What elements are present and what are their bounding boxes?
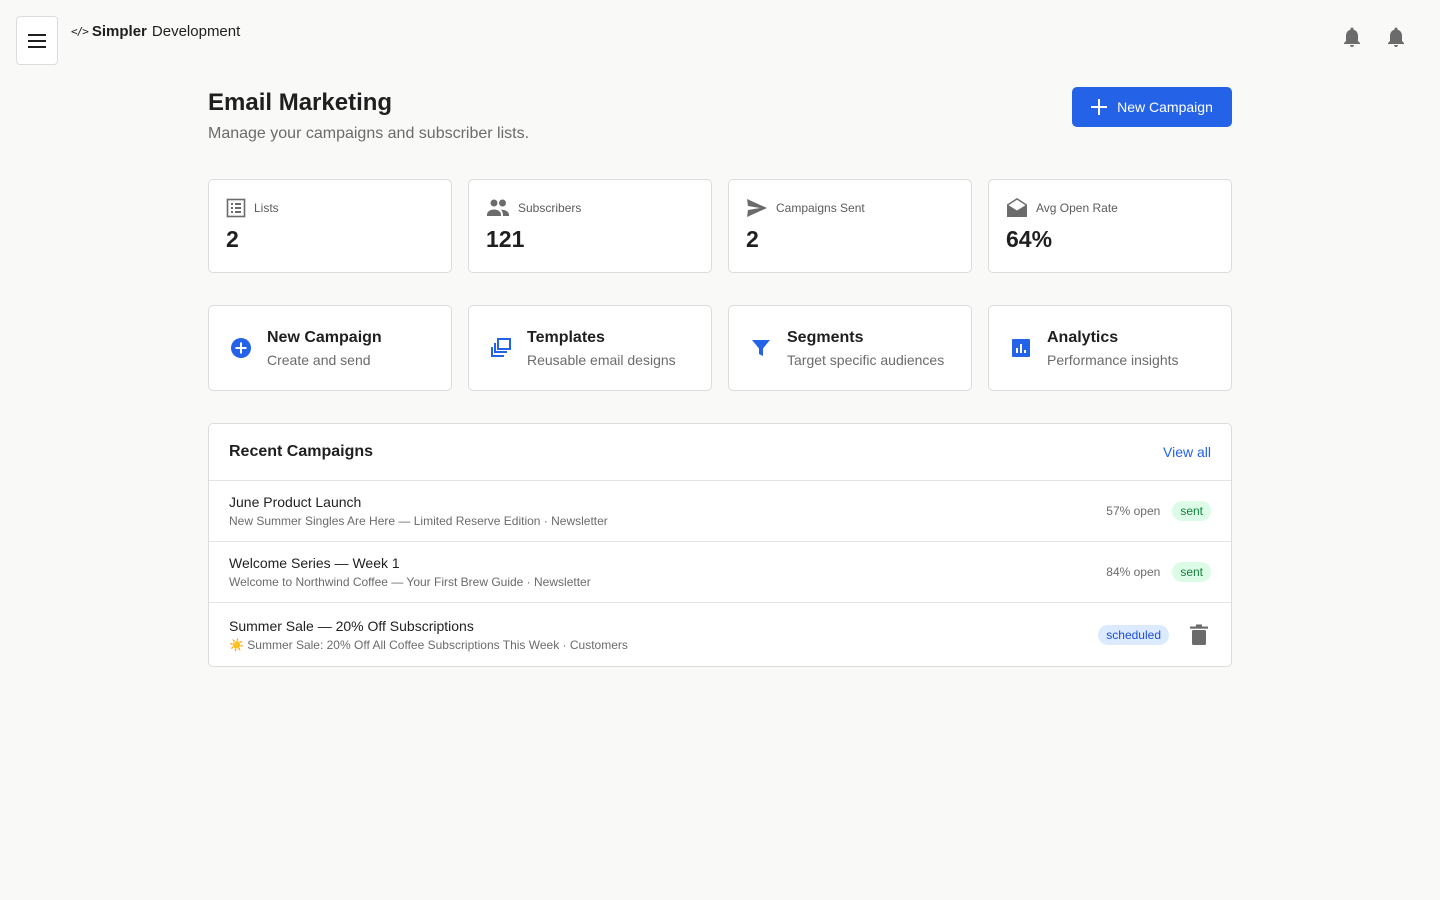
action-subtitle: Target specific audiences xyxy=(787,351,945,368)
stat-label: Avg Open Rate xyxy=(1036,201,1118,215)
stat-value: 121 xyxy=(486,226,525,252)
stat-card-avg-open-rate: Avg Open Rate 64% xyxy=(988,179,1232,273)
stat-card-campaigns-sent: Campaigns Sent 2 xyxy=(728,179,972,273)
campaign-meta: ☀️ Summer Sale: 20% Off All Coffee Subsc… xyxy=(229,637,628,652)
recent-campaigns-title: Recent Campaigns xyxy=(229,443,374,460)
campaign-meta: Welcome to Northwind Coffee — Your First… xyxy=(229,575,591,589)
campaign-row[interactable]: Welcome Series — Week 1 Welcome to North… xyxy=(209,542,1231,603)
top-bar: </> Simpler Development xyxy=(0,0,1440,80)
recent-campaigns-panel: Recent Campaigns View all June Product L… xyxy=(208,423,1232,667)
people-icon xyxy=(487,199,509,216)
brand-name-rest: Development xyxy=(151,23,241,40)
action-title: Analytics xyxy=(1047,328,1119,346)
campaign-row[interactable]: June Product Launch New Summer Singles A… xyxy=(209,481,1231,542)
action-subtitle: Performance insights xyxy=(1047,351,1179,368)
campaign-meta: New Summer Singles Are Here — Limited Re… xyxy=(229,514,608,528)
action-templates[interactable]: Templates Reusable email designs xyxy=(468,305,712,391)
analytics-icon xyxy=(1012,339,1030,357)
plus-icon xyxy=(1091,99,1108,115)
status-badge: sent xyxy=(1172,562,1211,582)
filter-icon xyxy=(752,340,770,356)
action-subtitle: Create and send xyxy=(267,351,371,368)
campaign-row[interactable]: Summer Sale — 20% Off Subscriptions ☀️ S… xyxy=(209,603,1231,666)
view-all-link[interactable]: View all xyxy=(1163,444,1211,460)
campaign-open-rate: 57% open xyxy=(1106,504,1161,518)
new-campaign-button[interactable]: New Campaign xyxy=(1072,87,1232,127)
status-badge: sent xyxy=(1172,501,1211,521)
menu-button[interactable] xyxy=(16,16,58,65)
action-title: Templates xyxy=(527,328,605,346)
alerts-bell-icon[interactable] xyxy=(1384,25,1408,49)
status-badge: scheduled xyxy=(1098,624,1169,645)
stat-label: Campaigns Sent xyxy=(776,201,865,215)
action-title: New Campaign xyxy=(267,328,382,346)
action-new-campaign[interactable]: New Campaign Create and send xyxy=(208,305,452,391)
stat-label: Lists xyxy=(254,201,279,215)
action-segments[interactable]: Segments Target specific audiences xyxy=(728,305,972,391)
brand-logo[interactable]: </> Simpler Development xyxy=(71,23,240,40)
campaign-name: Summer Sale — 20% Off Subscriptions xyxy=(229,617,474,634)
campaign-name: Welcome Series — Week 1 xyxy=(229,555,400,571)
notifications-bell-icon[interactable] xyxy=(1340,25,1364,49)
stat-value: 64% xyxy=(1006,226,1053,252)
open-envelope-icon xyxy=(1007,198,1027,217)
action-subtitle: Reusable email designs xyxy=(527,351,676,368)
list-icon xyxy=(226,198,246,218)
add-circle-icon xyxy=(231,338,251,358)
stat-card-lists: Lists 2 xyxy=(208,179,452,273)
action-title: Segments xyxy=(787,328,864,346)
brand-name-bold: Simpler xyxy=(91,23,147,40)
action-analytics[interactable]: Analytics Performance insights xyxy=(988,305,1232,391)
quick-actions-row: New Campaign Create and send Templates R… xyxy=(208,305,1232,391)
stats-row: Lists 2 Subscribers 121 Campaigns Sent 2… xyxy=(208,179,1232,273)
stat-value: 2 xyxy=(226,226,239,252)
page-subtitle: Manage your campaigns and subscriber lis… xyxy=(208,125,530,142)
stat-value: 2 xyxy=(746,226,759,252)
stat-label: Subscribers xyxy=(518,201,582,215)
stat-card-subscribers: Subscribers 121 xyxy=(468,179,712,273)
hamburger-icon xyxy=(28,33,46,48)
page-title: Email Marketing xyxy=(208,89,393,116)
new-campaign-label: New Campaign xyxy=(1117,99,1213,115)
campaign-open-rate: 84% open xyxy=(1106,565,1161,579)
brand-code-icon: </> xyxy=(71,25,89,38)
delete-trash-icon[interactable] xyxy=(1187,623,1211,647)
campaign-name: June Product Launch xyxy=(229,494,362,510)
templates-icon xyxy=(491,338,511,357)
send-icon xyxy=(747,199,767,217)
